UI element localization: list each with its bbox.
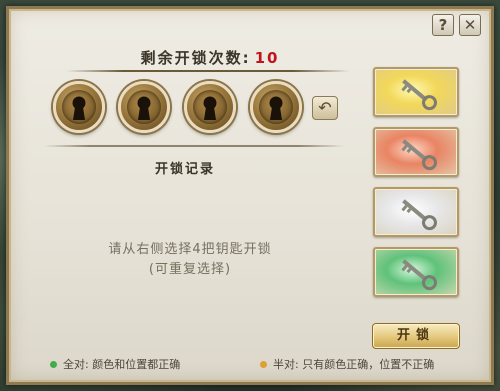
instruction-line-2: (可重复选择) (148, 262, 232, 277)
orange-dot-icon (260, 361, 267, 368)
instruction-line-1: 请从右侧选择4把钥匙开锁 (108, 242, 272, 257)
lock-slot-3[interactable] (184, 81, 236, 133)
remaining-attempts-count: 10 (254, 49, 280, 67)
legend-full-match: 全对: 颜色和位置都正确 (50, 357, 180, 373)
keyhole-icon (203, 96, 217, 120)
lock-slot-1[interactable] (53, 81, 105, 133)
undo-button[interactable]: ↶ (312, 96, 338, 120)
legend-half-match-text: 半对: 只有颜色正确，位置不正确 (273, 358, 435, 371)
key-green-button[interactable] (373, 247, 459, 297)
record-instruction: 请从右侧选择4把钥匙开锁 (可重复选择) (40, 240, 340, 280)
green-key-icon (401, 259, 437, 291)
unlock-button[interactable]: 开锁 (372, 323, 460, 349)
red-key-icon (401, 139, 437, 171)
key-white-button[interactable] (373, 187, 459, 237)
help-button[interactable]: ? (432, 14, 454, 36)
lock-slot-4[interactable] (250, 81, 302, 133)
key-yellow-button[interactable] (373, 67, 459, 117)
section-divider (44, 145, 344, 147)
yellow-key-icon (401, 79, 437, 111)
keyhole-icon (137, 96, 151, 120)
legend-full-match-text: 全对: 颜色和位置都正确 (63, 358, 181, 371)
key-red-button[interactable] (373, 127, 459, 177)
green-dot-icon (50, 361, 57, 368)
remaining-attempts: 剩余开锁次数: 10 (60, 44, 360, 72)
record-title: 开锁记录 (154, 162, 215, 177)
keyhole-icon (72, 96, 86, 120)
undo-arrow-icon: ↶ (318, 98, 332, 117)
close-button[interactable]: ✕ (459, 14, 481, 36)
lock-slot-2[interactable] (118, 81, 170, 133)
title-underline (66, 70, 350, 72)
keyhole-icon (269, 96, 283, 120)
remaining-attempts-label: 剩余开锁次数: (140, 49, 251, 67)
white-key-icon (401, 199, 437, 231)
legend-half-match: 半对: 只有颜色正确，位置不正确 (260, 357, 434, 373)
